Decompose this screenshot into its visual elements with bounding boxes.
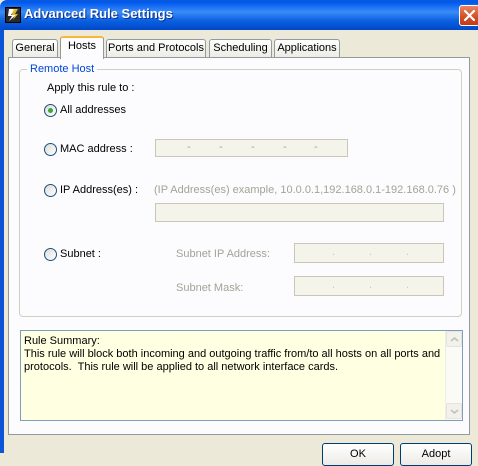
firewall-app-icon bbox=[5, 7, 21, 23]
ip-separator: . bbox=[332, 246, 336, 258]
ip-separator: . bbox=[369, 246, 373, 258]
radio-selected-dot bbox=[48, 108, 53, 113]
title-bar: Advanced Rule Settings bbox=[0, 0, 478, 30]
window-title: Advanced Rule Settings bbox=[24, 6, 173, 21]
adopt-button[interactable]: Adopt bbox=[400, 443, 472, 466]
summary-scrollbar[interactable] bbox=[445, 331, 462, 420]
tab-label: Scheduling bbox=[213, 42, 268, 54]
scroll-down-button[interactable] bbox=[446, 403, 462, 419]
ip-separator: . bbox=[369, 279, 373, 291]
subnet-ip-address-input[interactable]: . . . bbox=[294, 243, 444, 263]
tab-ports-and-protocols[interactable]: Ports and Protocols bbox=[106, 39, 206, 57]
ip-addresses-example: (IP Address(es) example, 10.0.0.1,192.16… bbox=[154, 184, 456, 196]
all-addresses-radio[interactable] bbox=[44, 104, 57, 117]
tab-general[interactable]: General bbox=[12, 39, 58, 57]
ip-addresses-radio[interactable] bbox=[44, 184, 57, 197]
tab-hosts[interactable]: Hosts bbox=[60, 36, 104, 59]
tab-label: Hosts bbox=[67, 40, 97, 52]
ip-addresses-label[interactable]: IP Address(es) : bbox=[60, 184, 138, 196]
ok-button-label: OK bbox=[350, 448, 366, 460]
tab-label: General bbox=[15, 42, 55, 54]
mac-separator: - bbox=[219, 141, 223, 153]
tab-label: Ports and Protocols bbox=[108, 42, 204, 54]
mac-address-label[interactable]: MAC address : bbox=[60, 143, 133, 155]
chevron-down-icon bbox=[450, 409, 459, 415]
tab-label: Applications bbox=[277, 42, 337, 54]
rule-summary-text: Rule Summary: This rule will block both … bbox=[24, 335, 441, 373]
tab-scheduling[interactable]: Scheduling bbox=[209, 39, 272, 57]
mac-address-input[interactable]: - - - - - bbox=[155, 139, 348, 157]
close-icon bbox=[463, 9, 476, 22]
ip-separator: . bbox=[332, 279, 336, 291]
ip-separator: . bbox=[406, 279, 410, 291]
subnet-mask-label: Subnet Mask: bbox=[176, 282, 244, 294]
subnet-label[interactable]: Subnet : bbox=[60, 248, 101, 260]
subnet-ip-address-label: Subnet IP Address: bbox=[176, 248, 270, 260]
ip-separator: . bbox=[406, 246, 410, 258]
subnet-radio[interactable] bbox=[44, 248, 57, 261]
apply-rule-label: Apply this rule to : bbox=[47, 82, 135, 94]
mac-separator: - bbox=[251, 141, 255, 153]
tab-applications[interactable]: Applications bbox=[274, 39, 340, 57]
mac-separator: - bbox=[187, 141, 191, 153]
ip-addresses-input[interactable] bbox=[155, 203, 444, 222]
all-addresses-label[interactable]: All addresses bbox=[60, 104, 126, 116]
close-button[interactable] bbox=[459, 5, 478, 26]
window-frame-left bbox=[0, 30, 4, 453]
chevron-up-icon bbox=[450, 336, 459, 342]
mac-address-radio[interactable] bbox=[44, 143, 57, 156]
rule-summary-box[interactable]: Rule Summary: This rule will block both … bbox=[20, 330, 463, 421]
adopt-button-label: Adopt bbox=[421, 448, 451, 460]
subnet-mask-input[interactable]: . . . bbox=[294, 276, 444, 296]
ok-button[interactable]: OK bbox=[322, 443, 394, 466]
mac-separator: - bbox=[314, 141, 318, 153]
scroll-up-button[interactable] bbox=[446, 331, 462, 347]
remote-host-legend: Remote Host bbox=[27, 63, 98, 75]
mac-separator: - bbox=[283, 141, 287, 153]
